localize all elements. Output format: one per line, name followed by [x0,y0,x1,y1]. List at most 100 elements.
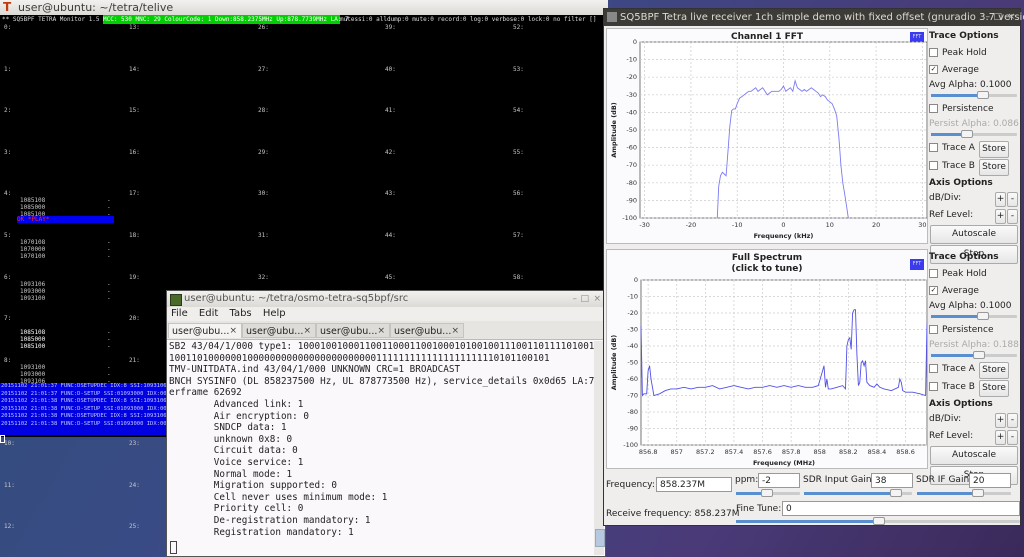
fine-tune-input[interactable]: 0 [782,501,1020,516]
sdr-input-gain-input[interactable]: 38 [871,473,913,488]
db-div-minus-button[interactable]: - [1007,413,1018,428]
close-icon[interactable]: × [1007,9,1015,26]
ssi-entry[interactable]: 1085000 [20,336,45,343]
sdr-if-gain-slider[interactable] [917,489,1011,497]
slider-handle[interactable] [873,517,885,525]
persist-alpha-slider[interactable] [931,351,1017,359]
store-trace-a-button[interactable]: Store [979,141,1009,158]
slider-handle[interactable] [761,489,773,497]
terminal-tab-3[interactable]: user@ubu... × [316,323,390,338]
persistence-checkbox[interactable]: Persistence [929,322,1019,339]
ref-level-plus-button[interactable]: + [995,430,1006,445]
checkbox-icon[interactable] [929,143,938,152]
store-trace-b-button[interactable]: Store [979,159,1009,176]
sdr-if-gain-input[interactable]: 20 [969,473,1011,488]
gnuradio-titlebar[interactable]: SQ5BPF Tetra live receiver 1ch simple de… [604,9,1024,26]
tab-close-icon[interactable]: × [229,324,237,338]
ref-level-minus-button[interactable]: - [1007,430,1018,445]
terminal-output[interactable]: SB2 43/04/1/000 type1: 10001001000110011… [169,341,617,538]
ssi-entry[interactable]: 1085100 [20,343,45,350]
peak-hold-checkbox[interactable]: Peak Hold [929,45,1019,62]
full-spectrum-chart[interactable]: 856.8 857 857.2 857.4 857.6 857.8 858 858.2 858.… [607,250,927,468]
checkbox-icon[interactable] [929,269,938,278]
checkbox-checked-icon[interactable]: ✓ [929,286,938,295]
peak-hold-checkbox[interactable]: Peak Hold [929,266,1019,283]
checkbox-icon[interactable] [929,325,938,334]
telive-titlebar[interactable]: T user@ubuntu: ~/tetra/telive [0,0,608,15]
menu-edit[interactable]: Edit [199,308,218,319]
db-div-plus-button[interactable]: + [995,192,1006,207]
ssi-entry[interactable]: 1070108 [20,239,45,246]
peak-hold-label: Peak Hold [942,48,987,58]
slider-handle[interactable] [972,489,984,497]
fine-tune-slider[interactable] [736,517,1020,525]
close-icon[interactable]: × [593,291,601,307]
checkbox-icon[interactable] [929,104,938,113]
ref-level-plus-button[interactable]: + [995,209,1006,224]
average-checkbox[interactable]: ✓ Average [929,283,1019,300]
store-trace-a-button[interactable]: Store [979,362,1009,379]
entry-separator: - [107,294,111,302]
entry-separator: - [107,197,111,205]
sdr-input-gain-slider[interactable] [804,489,912,497]
ssi-entry[interactable]: 1093000 [20,288,45,295]
tab-close-icon[interactable]: × [451,324,459,337]
slider-handle[interactable] [973,351,985,359]
maximize-icon[interactable]: □ [580,291,589,307]
channel-fft-chart[interactable]: -30 -20 -10 0 10 20 300-10-20-30-40-50-60-70-8… [607,29,927,243]
menu-file[interactable]: File [171,308,188,319]
persistence-checkbox[interactable]: Persistence [929,101,1019,118]
ssi-entry[interactable]: 1093000 [20,371,45,378]
checkbox-icon[interactable] [929,364,938,373]
ssi-entry[interactable]: 1093100 [20,364,45,371]
persist-alpha-slider[interactable] [931,130,1017,138]
avg-alpha-slider[interactable] [931,312,1017,320]
ssi-entry[interactable]: 1085108 [20,197,45,204]
autoscale-button[interactable]: Autoscale [930,446,1018,465]
avg-alpha-slider[interactable] [931,91,1017,99]
slider-handle[interactable] [890,489,902,497]
y-tick-label: -10 [627,293,638,301]
usage-slot-label: 1: [4,65,12,73]
autoscale-button[interactable]: Autoscale [930,225,1018,244]
db-div-minus-button[interactable]: - [1007,192,1018,207]
terminal-tab-1[interactable]: user@ubu... × [168,323,242,338]
avg-alpha-label: Avg Alpha: 0.1000 [929,301,1012,311]
db-div-plus-button[interactable]: + [995,413,1006,428]
checkbox-icon[interactable] [929,161,938,170]
terminal-tab-2[interactable]: user@ubu... × [242,323,316,338]
menu-help[interactable]: Help [263,308,286,319]
channel-fft-plot[interactable]: Channel 1 FFT FFT -30 -20 -10 0 10 20 30 0 -10 -2… [606,28,928,244]
ppm-slider[interactable] [736,489,800,497]
minimize-icon[interactable]: – [573,291,578,307]
tab-close-icon[interactable]: × [377,324,385,337]
ssi-entry[interactable]: 1070000 [20,246,45,253]
ref-level-minus-button[interactable]: - [1007,209,1018,224]
full-spectrum-plot[interactable]: Full Spectrum (click to tune) FFT 856.8 8… [606,249,928,469]
checkbox-icon[interactable] [929,382,938,391]
terminal-line: Air encryption: 0 [169,410,309,422]
menu-tabs[interactable]: Tabs [229,308,251,319]
scrollbar-thumb[interactable] [595,529,605,547]
slider-handle[interactable] [961,130,973,138]
tab-close-icon[interactable]: × [303,324,311,337]
checkbox-icon[interactable] [929,48,938,57]
store-trace-b-button[interactable]: Store [979,380,1009,397]
minimize-icon[interactable]: – [986,9,991,26]
ssi-entry[interactable]: 1085108 [20,329,45,336]
average-checkbox[interactable]: ✓ Average [929,62,1019,79]
checkbox-checked-icon[interactable]: ✓ [929,65,938,74]
ssi-entry[interactable]: 1093100 [20,295,45,302]
slider-handle[interactable] [977,91,989,99]
frequency-input[interactable]: 858.237M [656,477,732,492]
maximize-icon[interactable]: □ [993,9,1002,26]
terminal-tab-4[interactable]: user@ubu... × [390,323,464,338]
ppm-input[interactable]: -2 [758,473,800,488]
receive-frequency-readout: Receive frequency: 858.237M [606,509,740,519]
ssi-entry[interactable]: 1093106 [20,281,45,288]
ssi-entry[interactable]: 1085000 [20,204,45,211]
playing-usage-highlight[interactable]: OK *PLAY* [17,216,114,223]
ssi-entry[interactable]: 1070100 [20,253,45,260]
terminal-titlebar[interactable]: user@ubuntu: ~/tetra/osmo-tetra-sq5bpf/s… [167,291,605,307]
slider-handle[interactable] [977,312,989,320]
